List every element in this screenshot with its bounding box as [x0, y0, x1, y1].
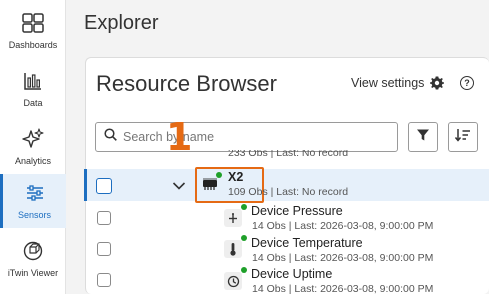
online-status-dot — [216, 172, 222, 178]
sort-button[interactable] — [448, 122, 478, 152]
sidebar-item-dashboards[interactable]: Dashboards — [0, 10, 66, 54]
child-node-name[interactable]: Device Pressure — [251, 204, 343, 218]
sidebar-item-label: iTwin Viewer — [7, 268, 59, 278]
sidebar-item-label: Data — [23, 98, 43, 108]
node-meta: 109 Obs | Last: No record — [228, 186, 349, 198]
sort-icon — [454, 128, 471, 147]
sensors-icon — [22, 180, 48, 206]
search-field[interactable] — [95, 122, 398, 152]
sidebar-item-analytics[interactable]: Analytics — [0, 126, 66, 170]
analytics-icon — [20, 126, 46, 152]
panel-title: Resource Browser — [96, 71, 277, 96]
row-checkbox[interactable] — [97, 273, 111, 287]
child-node-meta: 14 Obs | Last: 2026-03-08, 9:00:00 PM — [252, 283, 434, 294]
node-name[interactable]: X2 — [228, 170, 243, 184]
sidebar-item-data[interactable]: Data — [0, 68, 66, 112]
step-number-annotation: 1 — [166, 115, 193, 159]
dashboards-icon — [20, 10, 46, 36]
online-status-dot — [241, 235, 247, 241]
row-checkbox[interactable] — [97, 242, 111, 256]
filter-icon — [416, 128, 430, 147]
view-settings-button[interactable]: View settings — [351, 76, 445, 90]
search-input[interactable] — [123, 130, 383, 144]
help-button[interactable]: ? — [460, 76, 474, 90]
uptime-icon — [224, 272, 242, 290]
partial-row-meta: 233 Obs | Last: No record — [228, 150, 349, 159]
itwin-viewer-icon — [20, 238, 46, 264]
device-chip-icon — [201, 177, 219, 195]
child-node-name[interactable]: Device Uptime — [251, 267, 332, 281]
row-checkbox[interactable] — [97, 211, 111, 225]
child-node-meta: 14 Obs | Last: 2026-03-08, 9:00:00 PM — [252, 252, 434, 264]
online-status-dot — [241, 204, 247, 210]
data-icon — [20, 68, 46, 94]
sidebar-item-itwin-viewer[interactable]: iTwin Viewer — [0, 238, 66, 282]
sidebar-item-sensors[interactable]: Sensors — [0, 174, 66, 228]
sidebar-item-label: Dashboards — [8, 40, 58, 50]
online-status-dot — [241, 267, 247, 273]
search-icon — [104, 128, 117, 146]
child-node-meta: 14 Obs | Last: 2026-03-08, 9:00:00 PM — [252, 220, 434, 232]
row-checkbox[interactable] — [96, 178, 112, 194]
chevron-down-icon[interactable] — [172, 178, 186, 190]
filter-button[interactable] — [408, 122, 438, 152]
app-sidebar: Dashboards Data Analytics Sensors iTwin … — [0, 0, 66, 294]
page-title: Explorer — [84, 12, 159, 34]
thermometer-icon — [224, 240, 242, 258]
view-settings-label: View settings — [351, 76, 425, 90]
sidebar-item-label: Sensors — [17, 210, 52, 220]
pressure-icon — [224, 209, 242, 227]
child-node-name[interactable]: Device Temperature — [251, 236, 363, 250]
help-icon: ? — [464, 78, 470, 88]
gear-icon — [430, 76, 445, 90]
sidebar-item-label: Analytics — [14, 156, 51, 166]
